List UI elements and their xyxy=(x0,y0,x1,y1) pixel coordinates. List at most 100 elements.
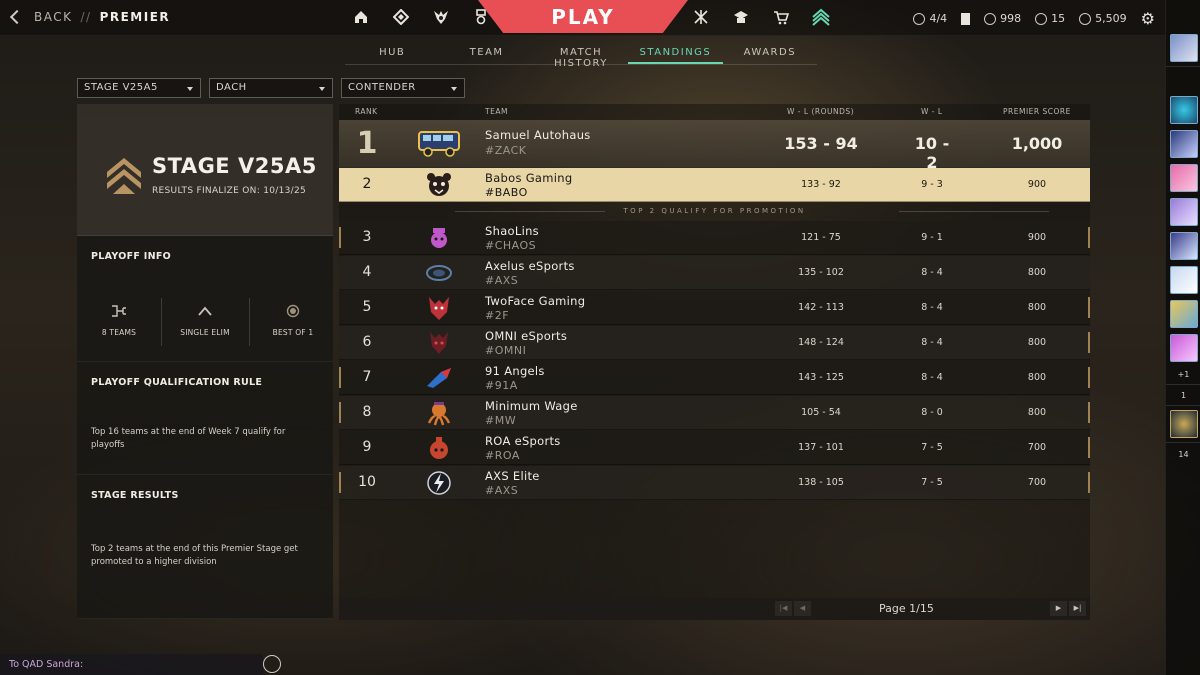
team-premier-score: 1,000 xyxy=(1011,134,1063,153)
header-wl-rounds: W - L (ROUNDS) xyxy=(787,107,855,116)
tab-awards[interactable]: AWARDS xyxy=(723,45,817,64)
lightning-logo xyxy=(427,471,451,495)
table-row[interactable]: 10 AXS Elite #AXS 138 - 105 7 - 5 700 xyxy=(339,466,1090,500)
friend-avatar[interactable] xyxy=(1170,198,1198,226)
team-tag: #CHAOS xyxy=(485,239,537,252)
bear-logo xyxy=(427,173,451,196)
team-wl: 9 - 1 xyxy=(921,232,943,243)
league-of-legends-icon[interactable] xyxy=(1170,410,1198,438)
friends-online-count: 14 xyxy=(1178,450,1189,459)
team-name: Minimum Wage xyxy=(485,399,578,413)
radianite-balance: 15 xyxy=(1035,12,1065,25)
row-edge-right xyxy=(1088,472,1090,493)
team-name: Babos Gaming xyxy=(485,171,573,185)
team-wl-rounds: 133 - 92 xyxy=(801,179,841,190)
home-icon[interactable] xyxy=(352,8,370,26)
team-premier-score: 800 xyxy=(1027,302,1047,313)
back-button[interactable]: BACK // PREMIER xyxy=(9,9,171,25)
page-indicator: Page 1/15 xyxy=(879,602,934,615)
region-dropdown[interactable]: DACH xyxy=(209,78,333,98)
prev-page-button[interactable]: ◀ xyxy=(794,601,811,616)
agent-contract-icon[interactable] xyxy=(732,8,750,26)
play-button[interactable]: PLAY xyxy=(478,0,688,33)
table-row[interactable]: 3 ShaoLins #CHAOS 121 - 75 9 - 1 900 xyxy=(339,221,1090,255)
tab-team[interactable]: TEAM xyxy=(439,45,533,64)
chat-input[interactable]: To QAD Sandra: xyxy=(0,654,263,675)
friend-avatar[interactable] xyxy=(1170,266,1198,294)
vp-icon xyxy=(984,12,997,25)
store-icon[interactable] xyxy=(772,8,790,26)
friend-avatar[interactable] xyxy=(1170,334,1198,362)
breadcrumb-current: PREMIER xyxy=(99,10,171,24)
team-wl-rounds: 143 - 125 xyxy=(798,372,844,383)
row-edge-right xyxy=(1088,437,1090,458)
battlepass-icon[interactable] xyxy=(692,8,710,26)
next-page-button[interactable]: ▶ xyxy=(1050,601,1067,616)
team-rank: 2 xyxy=(362,176,372,192)
wallet-icon xyxy=(961,12,971,25)
tab-hub[interactable]: HUB xyxy=(345,45,439,64)
radianite-value: 15 xyxy=(1051,12,1066,25)
stage-dropdown[interactable]: STAGE V25A5 xyxy=(77,78,201,98)
team-wl-rounds: 148 - 124 xyxy=(798,337,844,348)
table-row[interactable]: 1 Samuel Autohaus #ZACK 153 - 94 10 - 2 … xyxy=(339,120,1090,172)
premier-tickets-value: 4/4 xyxy=(929,12,948,25)
more-friends-count[interactable]: +1 xyxy=(1166,370,1200,379)
gear-icon[interactable]: ⚙ xyxy=(1141,9,1155,28)
divider xyxy=(1166,442,1200,443)
first-page-button[interactable]: |◀ xyxy=(775,601,792,616)
chat-recipient: To QAD Sandra: xyxy=(9,659,84,670)
breadcrumb-separator: // xyxy=(80,10,92,24)
agents-icon[interactable] xyxy=(432,8,450,26)
radianite-icon xyxy=(1035,12,1048,25)
table-row[interactable]: 6 OMNI eSports #OMNI 148 - 124 8 - 4 800 xyxy=(339,326,1090,360)
friend-avatar[interactable] xyxy=(1170,34,1198,62)
chat-icon[interactable] xyxy=(263,655,281,673)
party-count: 1 xyxy=(1180,391,1187,400)
team-name: TwoFace Gaming xyxy=(485,294,586,308)
results-finalize-date: RESULTS FINALIZE ON: 10/13/25 xyxy=(152,186,307,196)
friend-avatar[interactable] xyxy=(1170,300,1198,328)
table-row[interactable]: 7 91 Angels #91A 143 - 125 8 - 4 800 xyxy=(339,361,1090,395)
team-tag: #AXS xyxy=(485,484,519,497)
octopus-logo xyxy=(427,402,451,426)
team-rank: 7 xyxy=(362,369,372,385)
playoff-format-stat: SINGLE ELIM xyxy=(163,302,247,337)
team-rank: 5 xyxy=(362,299,372,315)
friend-avatar[interactable] xyxy=(1170,232,1198,260)
wallet-button[interactable] xyxy=(961,12,971,25)
playoff-info-title: PLAYOFF INFO xyxy=(91,251,172,262)
team-name: Axelus eSports xyxy=(485,259,575,273)
premier-icon[interactable] xyxy=(812,8,830,26)
team-wl: 8 - 4 xyxy=(921,337,943,348)
table-row[interactable]: 8 Minimum Wage #MW 105 - 54 8 - 0 800 xyxy=(339,396,1090,430)
table-row[interactable]: 2 Babos Gaming #BABO 133 - 92 9 - 3 900 xyxy=(339,168,1090,202)
division-dropdown[interactable]: CONTENDER xyxy=(341,78,465,98)
friend-avatar[interactable] xyxy=(1170,164,1198,192)
table-row[interactable]: 9 ROA eSports #ROA 137 - 101 7 - 5 700 xyxy=(339,431,1090,465)
table-row[interactable]: 5 TwoFace Gaming #2F 142 - 113 8 - 4 800 xyxy=(339,291,1090,325)
team-tag: #91A xyxy=(485,379,518,392)
row-edge-right xyxy=(1088,297,1090,318)
team-wl-rounds: 137 - 101 xyxy=(798,442,844,453)
stage-results-line-2: promoted to a higher division xyxy=(91,557,217,567)
team-wl-rounds: 121 - 75 xyxy=(801,232,841,243)
friend-avatar[interactable] xyxy=(1170,96,1198,124)
row-edge-right xyxy=(1088,227,1090,248)
bus-logo xyxy=(418,131,460,157)
team-wl: 9 - 3 xyxy=(921,179,943,190)
friend-avatar[interactable] xyxy=(1170,130,1198,158)
team-premier-score: 900 xyxy=(1027,232,1047,243)
tab-standings[interactable]: STANDINGS xyxy=(628,45,723,64)
chevron-down-icon xyxy=(451,87,457,91)
playoff-format-label: SINGLE ELIM xyxy=(180,328,230,337)
table-row[interactable]: 4 Axelus eSports #AXS 135 - 102 8 - 4 80… xyxy=(339,256,1090,290)
vp-balance: 998 xyxy=(984,12,1021,25)
team-premier-score: 700 xyxy=(1027,442,1047,453)
team-wl: 10 - 2 xyxy=(914,134,950,172)
last-page-button[interactable]: ▶| xyxy=(1069,601,1086,616)
tab-match-history[interactable]: MATCH HISTORY xyxy=(534,45,628,69)
kingdom-credits-icon xyxy=(1079,12,1092,25)
collection-icon[interactable] xyxy=(392,8,410,26)
stage-info-panel: STAGE V25A5 RESULTS FINALIZE ON: 10/13/2… xyxy=(77,104,333,619)
